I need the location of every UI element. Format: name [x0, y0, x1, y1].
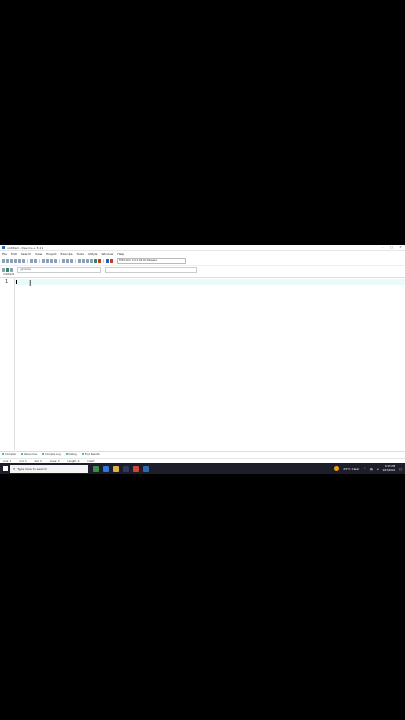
edge-browser-icon[interactable]: [103, 465, 109, 472]
line-number-gutter: 1: [0, 278, 15, 450]
menu-help[interactable]: Help: [117, 252, 124, 256]
toolbar-divider: [27, 259, 28, 263]
remove-from-project-icon[interactable]: [10, 267, 13, 272]
compile-icon[interactable]: [78, 259, 81, 263]
resources-icon: [21, 452, 24, 455]
maximize-button[interactable]: □: [387, 245, 396, 250]
menu-search[interactable]: Search: [21, 252, 31, 256]
tab-debug-label: Debug: [68, 452, 77, 456]
weather-icon[interactable]: [334, 466, 340, 471]
run-icon[interactable]: [82, 259, 85, 263]
find-results-icon: [81, 452, 84, 455]
redo-icon[interactable]: [34, 259, 37, 263]
ibeam-cursor-icon: I: [29, 279, 32, 288]
clock-time: 6:25 PM: [385, 465, 396, 468]
toggle-comment-icon[interactable]: [70, 259, 73, 263]
windows-logo-icon: [2, 466, 8, 471]
print-icon[interactable]: [22, 259, 25, 263]
toolbar-divider: [103, 259, 104, 263]
line-number: 1: [5, 279, 9, 285]
tab-compiler[interactable]: Compiler: [2, 452, 17, 456]
stop-icon[interactable]: [98, 259, 101, 263]
bottom-panel-tabs: Compiler Resources Compile Log Debug Fin…: [0, 451, 405, 456]
tab-find-results-label: Find Results: [84, 452, 100, 456]
close-file-icon[interactable]: [18, 259, 21, 263]
rebuild-icon[interactable]: [90, 259, 93, 263]
windows-taskbar: ⌕ Type here to search 23°C Clear ⌃ ▤ ◂ 6…: [0, 463, 405, 474]
network-icon[interactable]: ▤: [370, 467, 373, 471]
syntax-check-icon[interactable]: [94, 259, 97, 263]
menu-view[interactable]: View: [35, 252, 42, 256]
devcpp-app-icon: [2, 246, 5, 249]
weather-text[interactable]: 23°C Clear: [343, 467, 359, 471]
menu-file[interactable]: File: [2, 252, 7, 256]
tab-untitled1[interactable]: Untitled1: [3, 273, 14, 276]
secondary-toolbar: (globals): [0, 266, 405, 273]
new-project-icon[interactable]: [2, 267, 5, 272]
save-icon[interactable]: [10, 259, 13, 263]
taskbar-search-placeholder: Type here to search: [17, 466, 47, 471]
clock-date: 4/23/2022: [382, 468, 396, 472]
debug-tab-icon: [65, 452, 68, 455]
menu-astyle[interactable]: AStyle: [88, 252, 98, 256]
profile-icon[interactable]: [110, 259, 113, 263]
app-icon[interactable]: [123, 465, 129, 472]
globals-combo[interactable]: (globals): [17, 266, 101, 273]
tray-chevron-icon[interactable]: ⌃: [363, 467, 366, 471]
tab-compiler-label: Compiler: [5, 452, 17, 456]
tab-debug[interactable]: Debug: [65, 452, 77, 456]
volume-icon[interactable]: ◂: [377, 467, 379, 471]
toolbar-divider: [59, 259, 60, 263]
replace-icon[interactable]: [46, 259, 49, 263]
find-next-icon[interactable]: [50, 259, 53, 263]
code-editor[interactable]: 1 I: [0, 278, 405, 450]
tab-compile-log[interactable]: Compile Log: [42, 452, 61, 456]
notifications-icon[interactable]: ▢: [399, 467, 402, 471]
compiler-select[interactable]: TDM-GCC 4.9.2 64-bit Release: [117, 258, 186, 264]
text-caret: [16, 280, 17, 284]
tab-resources[interactable]: Resources: [21, 452, 38, 456]
taskbar-search[interactable]: ⌕ Type here to search: [10, 464, 88, 473]
close-button[interactable]: ✕: [396, 245, 405, 250]
unindent-icon[interactable]: [66, 259, 69, 263]
toolbar-divider: [39, 259, 40, 263]
compile-run-icon[interactable]: [86, 259, 89, 263]
indent-icon[interactable]: [62, 259, 65, 263]
menu-tools[interactable]: Tools: [77, 252, 84, 256]
debug-icon[interactable]: [106, 259, 109, 263]
menu-project[interactable]: Project: [46, 252, 56, 256]
devcpp-task-icon[interactable]: [143, 465, 149, 472]
undo-icon[interactable]: [30, 259, 33, 263]
game-app-icon[interactable]: [93, 465, 99, 472]
add-to-project-icon[interactable]: [6, 267, 9, 272]
new-file-icon[interactable]: [2, 259, 5, 263]
menu-execute[interactable]: Execute: [61, 252, 73, 256]
compiler-icon: [2, 452, 4, 455]
save-all-icon[interactable]: [14, 259, 17, 263]
menu-edit[interactable]: Edit: [11, 252, 17, 256]
taskbar-apps: [93, 465, 149, 472]
search-icon: ⌕: [13, 465, 16, 471]
red-app-icon[interactable]: [133, 465, 139, 472]
minimize-button[interactable]: –: [378, 245, 387, 250]
desktop-screen: untitled - Dev-C++ 5.11 – □ ✕ File Edit …: [0, 245, 405, 474]
goto-line-icon[interactable]: [54, 259, 57, 263]
tab-resources-label: Resources: [24, 452, 38, 456]
current-line-highlight: [15, 279, 405, 285]
main-toolbar: TDM-GCC 4.9.2 64-bit Release: [0, 257, 405, 266]
compile-log-icon: [42, 452, 45, 455]
find-icon[interactable]: [42, 259, 45, 263]
system-tray: 23°C Clear ⌃ ▤ ◂ 6:25 PM 4/23/2022 ▢: [334, 465, 405, 472]
start-button[interactable]: [0, 463, 10, 474]
open-file-icon[interactable]: [6, 259, 9, 263]
toolbar-divider: [75, 259, 76, 263]
tab-find-results[interactable]: Find Results: [81, 452, 100, 456]
menu-window[interactable]: Window: [102, 252, 114, 256]
window-title: untitled - Dev-C++ 5.11: [7, 245, 44, 250]
scope-combo[interactable]: [105, 266, 197, 273]
file-explorer-icon[interactable]: [113, 465, 119, 472]
tab-compile-log-label: Compile Log: [45, 452, 61, 456]
clock[interactable]: 6:25 PM 4/23/2022: [382, 465, 395, 472]
